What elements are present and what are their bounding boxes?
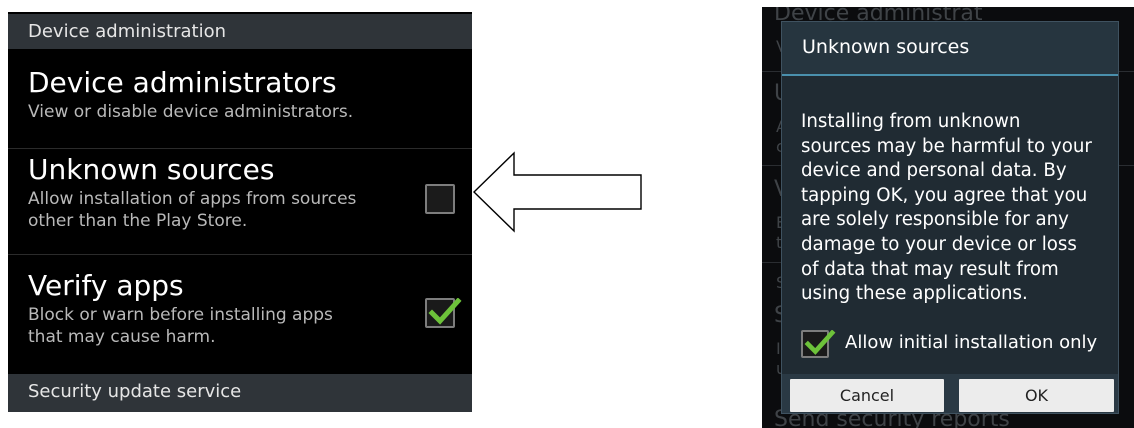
- verify-apps-item[interactable]: Verify apps Block or warn before install…: [8, 270, 472, 348]
- divider: [8, 254, 472, 255]
- unknown-sources-checkbox[interactable]: [425, 184, 455, 214]
- divider: [8, 148, 472, 149]
- device-administration-header: Device administration: [8, 14, 472, 49]
- unknown-sources-item[interactable]: Unknown sources Allow installation of ap…: [8, 154, 472, 232]
- allow-initial-installation-label: Allow initial installation only: [845, 332, 1098, 353]
- unknown-sources-dialog-screen: Device administrat V U A c V E t S S I u…: [762, 7, 1134, 428]
- device-administrators-item[interactable]: Device administrators View or disable de…: [8, 67, 472, 123]
- verify-apps-summary: Block or warn before installing apps tha…: [28, 305, 333, 347]
- cancel-button[interactable]: Cancel: [790, 379, 944, 412]
- device-administrators-summary: View or disable device administrators.: [28, 102, 354, 122]
- checkmark-icon: [428, 298, 462, 325]
- ok-button[interactable]: OK: [959, 379, 1114, 412]
- unknown-sources-title: Unknown sources: [28, 153, 275, 186]
- dialog-title-divider: [782, 74, 1118, 76]
- background-text: I: [776, 339, 781, 358]
- allow-initial-installation-checkbox[interactable]: [801, 330, 836, 358]
- security-settings-panel: Device administration Device administrat…: [8, 12, 472, 412]
- device-administrators-title: Device administrators: [28, 66, 337, 99]
- arrow-left-icon: [472, 151, 642, 233]
- verify-apps-checkbox[interactable]: [425, 298, 462, 328]
- checkmark-icon: [804, 330, 836, 355]
- unknown-sources-summary: Allow installation of apps from sources …: [28, 189, 357, 231]
- dialog-title: Unknown sources: [782, 22, 1118, 74]
- unknown-sources-dialog: Unknown sources Installing from unknown …: [781, 21, 1119, 414]
- verify-apps-title: Verify apps: [28, 269, 184, 302]
- dialog-message: Installing from unknown sources may be h…: [801, 111, 1092, 305]
- security-update-service-header: Security update service: [8, 374, 472, 412]
- dialog-button-bar: Cancel OK: [782, 374, 1118, 413]
